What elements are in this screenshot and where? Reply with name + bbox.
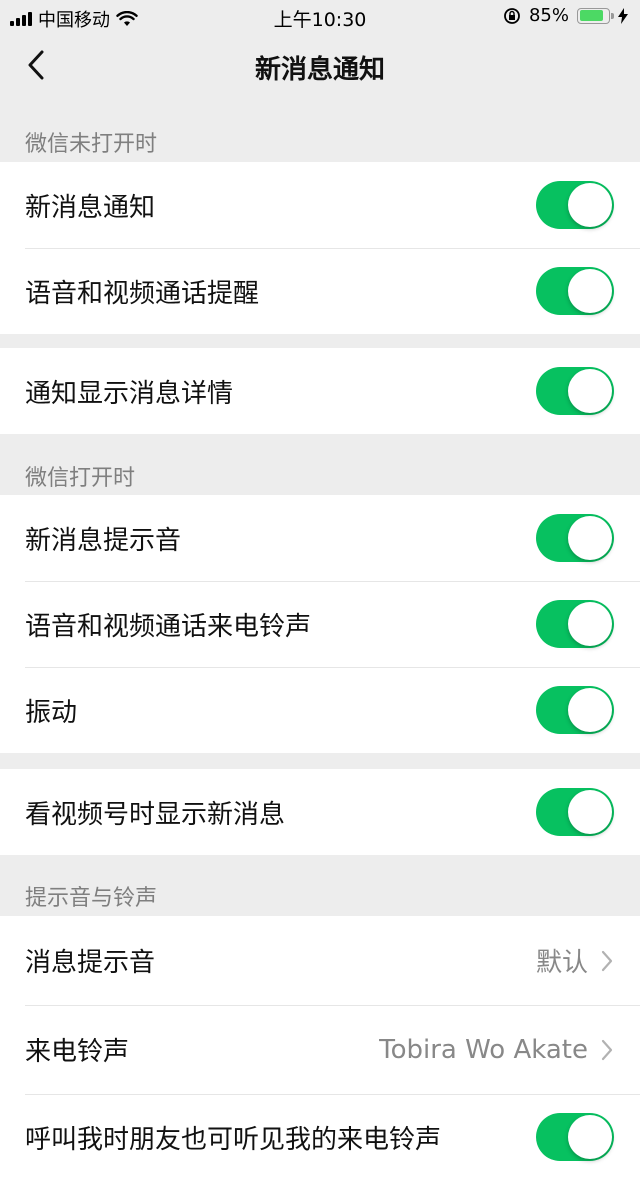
battery-icon: [577, 7, 614, 24]
ringtone-value: Tobira Wo Akate: [379, 1034, 588, 1065]
status-right: 85%: [503, 5, 628, 26]
group-details: 通知显示消息详情: [0, 348, 640, 434]
row-label: 语音和视频通话来电铃声: [25, 611, 312, 642]
row-label: 通知显示消息详情: [25, 378, 234, 409]
group-channels: 看视频号时显示新消息: [0, 769, 640, 855]
section-header-open: 微信打开时: [25, 466, 136, 491]
row-new-message-sound: 新消息提示音: [0, 495, 640, 581]
row-label: 新消息提示音: [25, 525, 182, 556]
show-details-toggle[interactable]: [536, 367, 614, 415]
row-label: 振动: [25, 697, 78, 728]
new-message-notify-toggle[interactable]: [536, 181, 614, 229]
row-new-message-notify: 新消息通知: [0, 162, 640, 248]
row-vibrate: 振动: [0, 667, 640, 753]
page-title: 新消息通知: [254, 55, 385, 85]
row-label: 看视频号时显示新消息: [25, 799, 286, 830]
chevron-right-icon: [601, 950, 613, 971]
vibrate-toggle[interactable]: [536, 686, 614, 734]
voice-video-alert-toggle[interactable]: [536, 267, 614, 315]
row-friends-hear-ringtone: 呼叫我时朋友也可听见我的来电铃声: [0, 1094, 640, 1180]
row-show-details: 通知显示消息详情: [0, 348, 640, 434]
chevron-right-icon: [601, 1039, 613, 1060]
new-message-sound-toggle[interactable]: [536, 514, 614, 562]
row-label: 消息提示音: [25, 948, 156, 978]
status-bar: 中国移动 上午10:30 85%: [0, 0, 640, 33]
row-voice-video-alert: 语音和视频通话提醒: [0, 248, 640, 334]
message-tone-value: 默认: [535, 948, 588, 978]
group-closed: 新消息通知 语音和视频通话提醒: [0, 162, 640, 334]
row-message-tone[interactable]: 消息提示音 默认: [0, 916, 640, 1005]
group-sound: 消息提示音 默认 来电铃声 Tobira Wo Akate 呼叫我时朋友也可听见…: [0, 916, 640, 1180]
charging-bolt-icon: [618, 7, 628, 24]
nav-bar: 新消息通知: [0, 33, 640, 99]
row-label: 呼叫我时朋友也可听见我的来电铃声: [25, 1124, 442, 1155]
call-ringtone-toggle[interactable]: [536, 600, 614, 648]
friends-hear-ringtone-toggle[interactable]: [536, 1113, 614, 1161]
row-label: 来电铃声: [25, 1037, 130, 1067]
section-header-sound: 提示音与铃声: [25, 886, 158, 911]
row-ringtone[interactable]: 来电铃声 Tobira Wo Akate: [0, 1005, 640, 1094]
row-channels-new-message: 看视频号时显示新消息: [0, 769, 640, 855]
group-open: 新消息提示音 语音和视频通话来电铃声 振动: [0, 495, 640, 753]
row-label: 语音和视频通话提醒: [25, 278, 260, 309]
row-call-ringtone: 语音和视频通话来电铃声: [0, 581, 640, 667]
row-label: 新消息通知: [25, 192, 156, 223]
section-header-closed: 微信未打开时: [25, 132, 158, 157]
battery-percent: 85%: [528, 5, 569, 26]
channels-new-message-toggle[interactable]: [536, 788, 614, 836]
orientation-lock-icon: [504, 7, 520, 24]
